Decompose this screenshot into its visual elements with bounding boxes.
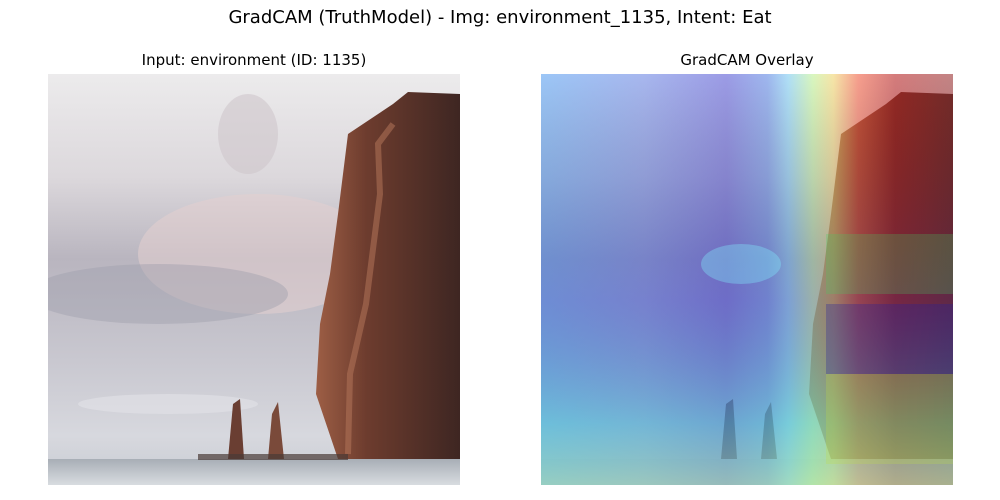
gradcam-panel-title: GradCAM Overlay	[680, 51, 814, 69]
input-panel-title: Input: environment (ID: 1135)	[141, 51, 367, 69]
figure-title: GradCAM (TruthModel) - Img: environment_…	[228, 7, 772, 28]
input-image	[48, 74, 460, 485]
gradcam-overlay-image	[541, 74, 953, 485]
